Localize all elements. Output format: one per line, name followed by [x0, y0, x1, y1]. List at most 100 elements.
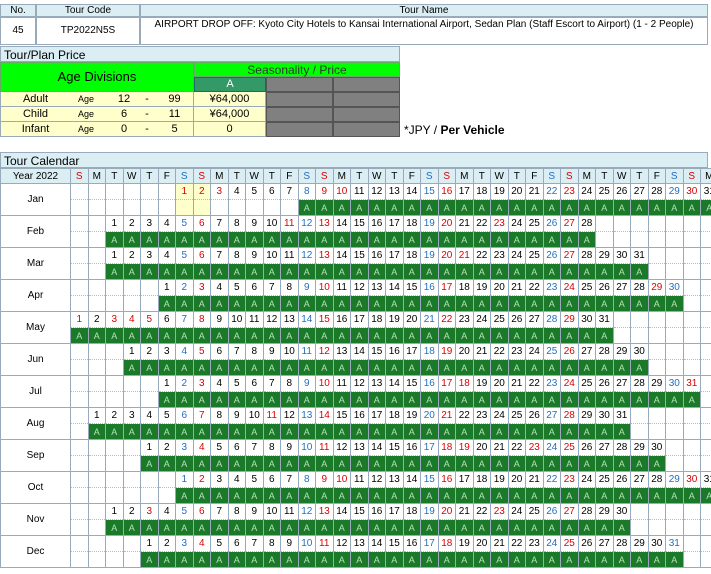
- season-mark[interactable]: A: [210, 455, 229, 472]
- calendar-day[interactable]: 30: [612, 503, 631, 520]
- calendar-day[interactable]: 16: [437, 471, 456, 488]
- season-mark[interactable]: A: [245, 327, 264, 344]
- calendar-day[interactable]: 4: [157, 247, 176, 264]
- calendar-day[interactable]: 24: [560, 279, 579, 296]
- calendar-day[interactable]: 2: [157, 439, 176, 456]
- season-mark[interactable]: A: [385, 199, 404, 216]
- season-mark[interactable]: A: [630, 551, 649, 568]
- calendar-day[interactable]: 23: [560, 471, 579, 488]
- season-mark[interactable]: A: [175, 487, 194, 504]
- season-mark[interactable]: A: [385, 263, 404, 280]
- calendar-day[interactable]: 2: [192, 183, 211, 200]
- calendar-day[interactable]: 9: [315, 471, 334, 488]
- calendar-day[interactable]: 28: [577, 503, 596, 520]
- season-mark[interactable]: A: [332, 455, 351, 472]
- season-mark[interactable]: A: [210, 295, 229, 312]
- calendar-day[interactable]: 10: [280, 343, 299, 360]
- season-mark[interactable]: A: [402, 295, 421, 312]
- calendar-day[interactable]: 2: [105, 407, 124, 424]
- season-mark[interactable]: A: [437, 199, 456, 216]
- season-mark[interactable]: A: [157, 295, 176, 312]
- calendar-day[interactable]: 13: [297, 407, 316, 424]
- season-mark[interactable]: A: [665, 487, 684, 504]
- calendar-day[interactable]: 19: [420, 215, 439, 232]
- season-mark[interactable]: A: [472, 295, 491, 312]
- calendar-day[interactable]: 2: [122, 215, 141, 232]
- calendar-day[interactable]: 2: [157, 535, 176, 552]
- season-mark[interactable]: A: [245, 487, 264, 504]
- calendar-day[interactable]: 17: [367, 407, 386, 424]
- calendar-day[interactable]: 14: [315, 407, 334, 424]
- season-mark[interactable]: A: [262, 295, 281, 312]
- season-mark[interactable]: A: [315, 231, 334, 248]
- calendar-day[interactable]: 31: [612, 407, 631, 424]
- season-mark[interactable]: A: [402, 519, 421, 536]
- season-mark[interactable]: A: [192, 519, 211, 536]
- season-mark[interactable]: A: [595, 359, 614, 376]
- calendar-day[interactable]: 8: [227, 503, 246, 520]
- season-mark[interactable]: A: [122, 327, 141, 344]
- calendar-day[interactable]: 20: [490, 375, 509, 392]
- season-mark[interactable]: A: [297, 231, 316, 248]
- calendar-day[interactable]: 9: [297, 375, 316, 392]
- calendar-day[interactable]: 24: [577, 471, 596, 488]
- season-mark[interactable]: A: [560, 327, 579, 344]
- season-mark[interactable]: A: [647, 199, 666, 216]
- season-mark[interactable]: A: [192, 455, 211, 472]
- season-mark[interactable]: A: [245, 263, 264, 280]
- calendar-day[interactable]: 23: [560, 183, 579, 200]
- calendar-day[interactable]: 26: [542, 503, 561, 520]
- season-mark[interactable]: A: [297, 519, 316, 536]
- calendar-day[interactable]: 5: [175, 503, 194, 520]
- season-mark[interactable]: A: [280, 423, 299, 440]
- calendar-day[interactable]: 25: [560, 439, 579, 456]
- season-mark[interactable]: A: [612, 519, 631, 536]
- season-mark[interactable]: A: [577, 199, 596, 216]
- season-mark[interactable]: A: [385, 295, 404, 312]
- calendar-day[interactable]: 24: [507, 503, 526, 520]
- season-mark[interactable]: A: [350, 487, 369, 504]
- calendar-day[interactable]: 26: [595, 279, 614, 296]
- season-mark[interactable]: A: [455, 231, 474, 248]
- calendar-day[interactable]: 23: [455, 311, 474, 328]
- calendar-day[interactable]: 12: [280, 407, 299, 424]
- season-mark[interactable]: A: [490, 455, 509, 472]
- season-mark[interactable]: A: [437, 263, 456, 280]
- season-mark[interactable]: A: [385, 519, 404, 536]
- calendar-day[interactable]: 29: [665, 471, 684, 488]
- calendar-day[interactable]: 29: [647, 375, 666, 392]
- calendar-day[interactable]: 19: [402, 407, 421, 424]
- calendar-day[interactable]: 6: [192, 503, 211, 520]
- calendar-day[interactable]: 29: [595, 503, 614, 520]
- calendar-day[interactable]: 13: [315, 503, 334, 520]
- calendar-day[interactable]: 5: [175, 247, 194, 264]
- season-mark[interactable]: A: [227, 519, 246, 536]
- season-mark[interactable]: A: [332, 551, 351, 568]
- calendar-day[interactable]: 21: [420, 311, 439, 328]
- season-mark[interactable]: A: [297, 295, 316, 312]
- calendar-day[interactable]: 17: [385, 215, 404, 232]
- season-mark[interactable]: A: [665, 391, 684, 408]
- season-mark[interactable]: A: [542, 455, 561, 472]
- season-mark[interactable]: A: [140, 359, 159, 376]
- season-mark[interactable]: A: [472, 519, 491, 536]
- calendar-day[interactable]: 8: [227, 215, 246, 232]
- season-mark[interactable]: A: [157, 231, 176, 248]
- season-mark[interactable]: A: [402, 263, 421, 280]
- season-mark[interactable]: A: [647, 487, 666, 504]
- season-mark[interactable]: A: [297, 199, 316, 216]
- calendar-day[interactable]: 1: [140, 439, 159, 456]
- season-mark[interactable]: A: [560, 423, 579, 440]
- calendar-day[interactable]: 8: [262, 535, 281, 552]
- season-mark[interactable]: A: [157, 551, 176, 568]
- calendar-day[interactable]: 24: [472, 311, 491, 328]
- calendar-day[interactable]: 4: [175, 343, 194, 360]
- season-mark[interactable]: A: [245, 359, 264, 376]
- calendar-day[interactable]: 25: [560, 535, 579, 552]
- calendar-day[interactable]: 15: [367, 343, 386, 360]
- season-mark[interactable]: A: [630, 487, 649, 504]
- calendar-day[interactable]: 9: [280, 439, 299, 456]
- calendar-day[interactable]: 23: [490, 503, 509, 520]
- season-mark[interactable]: A: [350, 231, 369, 248]
- calendar-day[interactable]: 22: [472, 215, 491, 232]
